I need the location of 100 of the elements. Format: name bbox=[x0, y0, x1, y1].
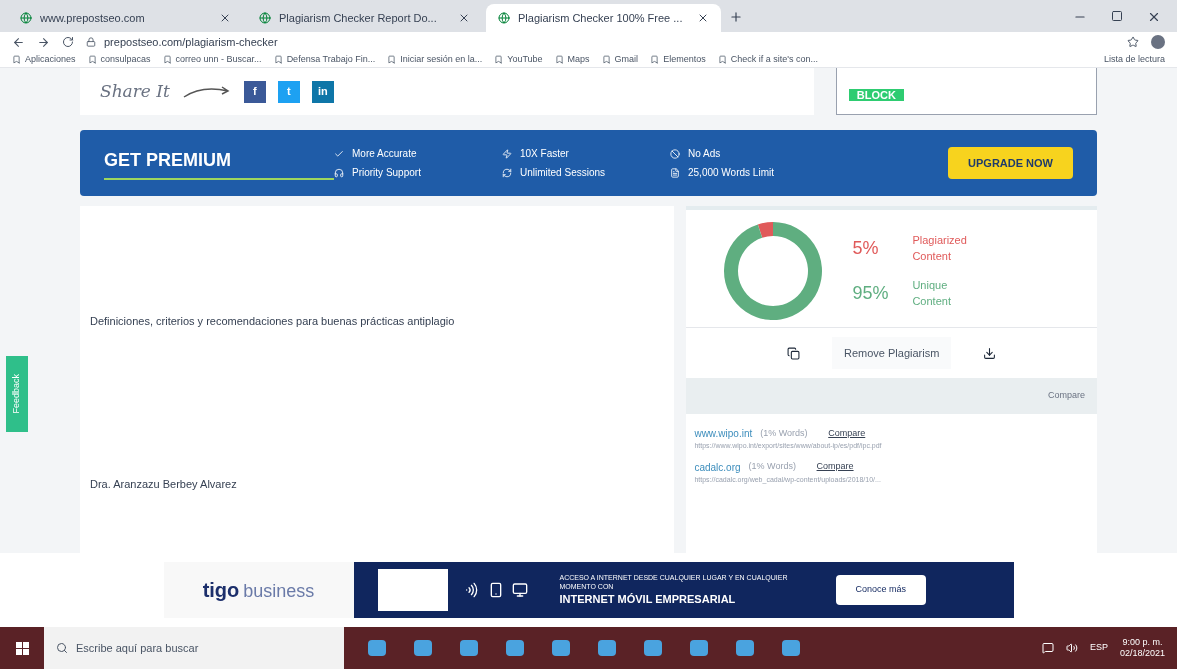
tab-title: Plagiarism Checker 100% Free ... bbox=[518, 10, 684, 26]
volume-icon[interactable] bbox=[1065, 642, 1078, 654]
learn-more-button[interactable]: Conoce más bbox=[835, 575, 927, 605]
upgrade-button[interactable]: UPGRADE NOW bbox=[948, 146, 1073, 180]
taskbar-app-icon[interactable] bbox=[414, 640, 432, 656]
document-text: Definiciones, criterios y recomendaciones para buenas prácticas antiplagio bbox=[90, 314, 456, 329]
bookmark-link[interactable]: consulpacas bbox=[100, 52, 151, 67]
reload-icon[interactable] bbox=[62, 36, 74, 48]
percentage-label: Unique Content bbox=[912, 277, 952, 309]
feature-icon bbox=[670, 167, 680, 178]
copy-icon[interactable] bbox=[787, 346, 800, 360]
close-icon[interactable] bbox=[219, 12, 231, 24]
bookmark-link[interactable]: Gmail bbox=[614, 52, 639, 67]
block-label: BLOCK bbox=[848, 89, 904, 101]
new-tab-icon[interactable] bbox=[729, 10, 743, 24]
feature-label: Priority Support bbox=[352, 166, 421, 180]
bookmark-icon bbox=[273, 55, 283, 64]
remove-plagiarism-button[interactable]: Remove Plagiarism bbox=[832, 336, 952, 370]
bookmark-link[interactable]: Check if a site's con... bbox=[730, 52, 818, 67]
bookmark-link[interactable]: Maps bbox=[567, 52, 590, 67]
bookmark-link[interactable]: Iniciar sesión en la... bbox=[400, 52, 483, 67]
compare-link[interactable]: Compare bbox=[1048, 389, 1085, 403]
clock-date[interactable]: 02/18/2021 bbox=[1119, 648, 1165, 659]
taskbar-app-icon[interactable] bbox=[598, 640, 616, 656]
router-photo-placeholder bbox=[377, 569, 448, 611]
browser-tab[interactable]: Plagiarism Checker 100% Free ... bbox=[486, 4, 721, 32]
bookmark-icon bbox=[162, 55, 172, 64]
document-text: Dra. Aranzazu Berbey Alvarez bbox=[90, 476, 238, 492]
favicon-icon bbox=[498, 12, 510, 24]
taskbar-app-icon[interactable] bbox=[644, 640, 662, 656]
curved-arrow-icon bbox=[181, 84, 232, 99]
taskbar-app-icon[interactable] bbox=[506, 640, 524, 656]
taskbar-app-icon[interactable] bbox=[736, 640, 754, 656]
taskbar-app-icon[interactable] bbox=[460, 640, 478, 656]
search-icon bbox=[56, 642, 68, 654]
bookmark-icon bbox=[87, 55, 97, 64]
source-share: (1% Words) bbox=[748, 460, 797, 474]
signal-icon bbox=[463, 582, 480, 598]
close-icon[interactable] bbox=[458, 12, 470, 24]
compare-link[interactable]: Compare bbox=[828, 426, 866, 441]
share-button[interactable]: in bbox=[311, 80, 334, 103]
address-field[interactable]: prepostseo.com/plagiarism-checker bbox=[86, 33, 1115, 51]
bookmark-icon bbox=[494, 55, 504, 64]
feature-label: 10X Faster bbox=[520, 147, 569, 161]
compare-link[interactable]: Compare bbox=[816, 460, 854, 474]
bookmark-icon bbox=[601, 55, 611, 64]
source-domain[interactable]: cadalc.org bbox=[694, 459, 741, 475]
feature-icon bbox=[670, 148, 680, 159]
bookmark-icon bbox=[12, 55, 21, 64]
taskbar-app-icon[interactable] bbox=[782, 640, 800, 656]
feature-label: Unlimited Sessions bbox=[520, 166, 606, 180]
monitor-icon bbox=[511, 582, 528, 598]
language-indicator[interactable]: ESP bbox=[1089, 641, 1108, 655]
feedback-label: Feedback bbox=[10, 374, 23, 414]
feature-label: No Ads bbox=[688, 147, 721, 161]
brand-logo: tigo bbox=[202, 578, 240, 603]
tab-title: Plagiarism Checker Report Do... bbox=[279, 10, 438, 26]
close-icon[interactable] bbox=[697, 12, 709, 24]
taskbar-search-field[interactable]: Escribe aquí para buscar bbox=[44, 627, 344, 669]
taskbar-app-icon[interactable] bbox=[552, 640, 570, 656]
reading-list-link[interactable]: Lista de lectura bbox=[1103, 52, 1165, 67]
bookmark-icon bbox=[387, 55, 397, 64]
forward-icon[interactable] bbox=[37, 35, 50, 49]
bookmark-icon bbox=[554, 55, 564, 64]
percentage-value: 95% bbox=[852, 281, 890, 305]
feature-label: 25,000 Words Limit bbox=[688, 166, 774, 180]
favicon-icon bbox=[259, 12, 271, 24]
source-domain[interactable]: www.wipo.int bbox=[694, 426, 753, 441]
bookmark-link[interactable]: correo unn - Buscar... bbox=[175, 52, 262, 67]
percentage-value: 5% bbox=[852, 236, 880, 260]
feature-icon bbox=[502, 148, 512, 159]
bookmark-icon bbox=[717, 55, 727, 64]
taskbar-app-icon[interactable] bbox=[368, 640, 386, 656]
feature-icon bbox=[502, 167, 512, 178]
favicon-icon bbox=[20, 12, 32, 24]
bookmark-link[interactable]: Defensa Trabajo Fin... bbox=[286, 52, 376, 67]
brand-suffix: business bbox=[243, 580, 315, 603]
avatar-icon[interactable] bbox=[1151, 35, 1165, 49]
share-label: Share It bbox=[100, 79, 170, 103]
bookmark-link[interactable]: YouTube bbox=[507, 52, 543, 67]
feature-icon bbox=[334, 167, 344, 178]
tab-title: www.prepostseo.com bbox=[40, 10, 146, 26]
taskbar-app-icon[interactable] bbox=[690, 640, 708, 656]
download-icon[interactable] bbox=[983, 346, 997, 360]
star-icon[interactable] bbox=[1127, 36, 1139, 48]
maximize-icon[interactable] bbox=[1111, 10, 1123, 22]
bookmark-icon bbox=[650, 55, 660, 64]
feature-label: More Accurate bbox=[352, 147, 417, 161]
feature-icon bbox=[334, 148, 344, 159]
bookmark-link[interactable]: Elementos bbox=[663, 52, 706, 67]
percentage-label: Plagiarized Content bbox=[912, 232, 968, 264]
clock-time[interactable]: 9:00 p. m. bbox=[1122, 637, 1163, 648]
bookmark-link[interactable]: Aplicaciones bbox=[25, 52, 76, 67]
back-icon[interactable] bbox=[12, 35, 25, 49]
share-button[interactable]: f bbox=[243, 80, 266, 103]
close-icon[interactable] bbox=[1147, 10, 1161, 24]
premium-title: GET PREMIUM bbox=[104, 146, 334, 180]
source-share: (1% Words) bbox=[760, 426, 809, 440]
lock-icon bbox=[86, 37, 96, 47]
notification-icon[interactable] bbox=[1041, 642, 1054, 654]
